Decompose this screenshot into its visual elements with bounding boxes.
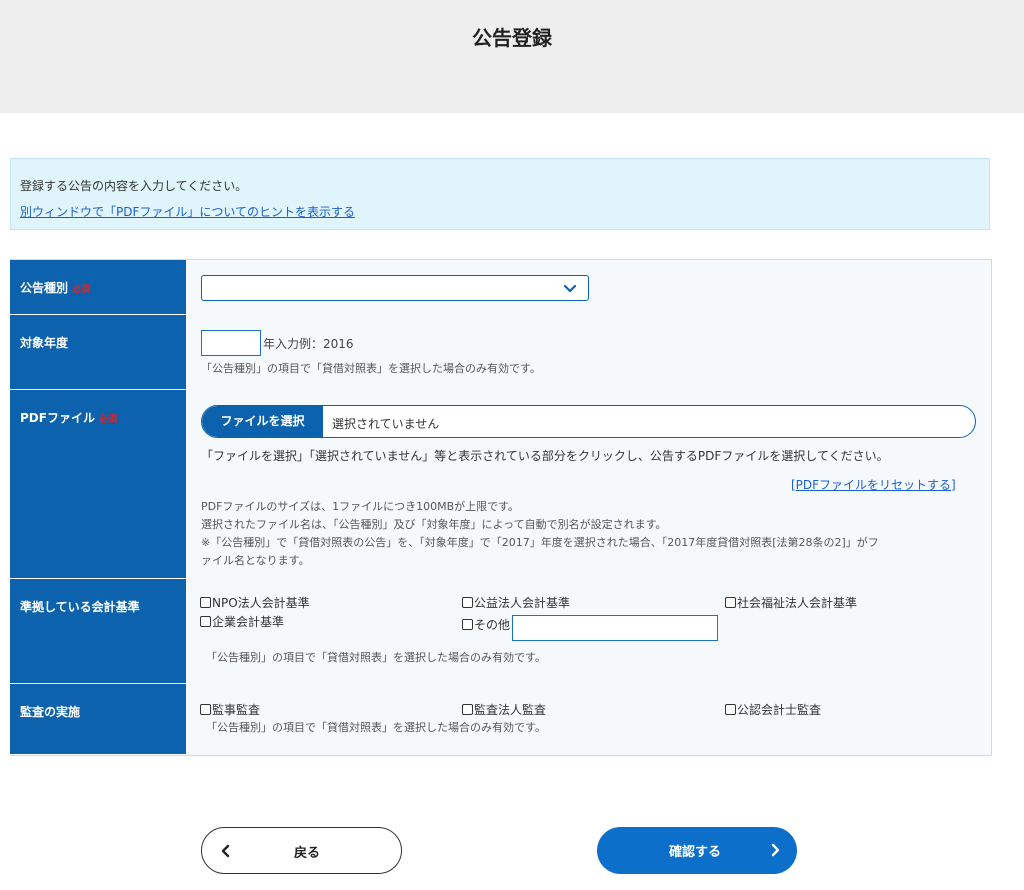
standards-content: NPO法人会計基準 公益法人会計基準 社会福祉法人会計基準 企業会計基準 その他… bbox=[186, 579, 992, 684]
year-hint: 年入力例：2016 bbox=[263, 337, 354, 351]
form-row-audit: 監査の実施 監事監査 監査法人監査 公認会計士監査 「公告種別」の項目で「貸借対… bbox=[10, 684, 992, 756]
checkbox-npo-standard[interactable]: NPO法人会計基準 bbox=[200, 594, 310, 611]
standards-note: 「公告種別」の項目で「貸借対照表」を選択した場合のみ有効です。 bbox=[206, 651, 546, 664]
pdf-label-text: PDFファイル bbox=[20, 411, 95, 425]
other-standard-input[interactable] bbox=[512, 615, 718, 641]
type-label-text: 公告種別 bbox=[20, 281, 69, 295]
checkbox-box[interactable] bbox=[462, 704, 473, 715]
checkbox-label: その他 bbox=[474, 618, 511, 632]
required-badge: 必須 bbox=[98, 415, 117, 425]
checkbox-audit-firm-audit[interactable]: 監査法人監査 bbox=[462, 701, 546, 718]
back-button[interactable]: 戻る bbox=[201, 827, 402, 874]
form-row-year: 対象年度 年入力例：2016 「公告種別」の項目で「貸借対照表」を選択した場合の… bbox=[10, 315, 992, 391]
checkbox-other-standard[interactable]: その他 bbox=[462, 616, 510, 633]
checkbox-label: 監事監査 bbox=[212, 703, 261, 717]
notice-text: 登録する公告の内容を入力してください。 bbox=[20, 179, 248, 193]
standards-label: 準拠している会計基準 bbox=[10, 579, 186, 684]
page-title: 公告登録 bbox=[472, 26, 552, 50]
checkbox-box[interactable] bbox=[200, 616, 211, 627]
pdf-note-rename: 選択されたファイル名は、「公告種別」及び「対象年度」によって自動で別名が設定され… bbox=[201, 518, 667, 531]
year-note: 「公告種別」の項目で「貸借対照表」を選択した場合のみ有効です。 bbox=[201, 362, 541, 375]
type-content bbox=[186, 259, 992, 315]
checkbox-label: 企業会計基準 bbox=[212, 615, 285, 629]
checkbox-social-welfare-standard[interactable]: 社会福祉法人会計基準 bbox=[725, 594, 857, 611]
type-label: 公告種別 必須 bbox=[10, 259, 186, 315]
pdf-content: ファイルを選択 選択されていません 「ファイルを選択」「選択されていません」等と… bbox=[186, 390, 992, 579]
page-header: 公告登録 bbox=[0, 0, 1024, 113]
chevron-down-icon bbox=[563, 284, 577, 293]
form-row-type: 公告種別 必須 bbox=[10, 259, 992, 316]
pdf-note-example-cont: ァイル名となります。 bbox=[201, 554, 310, 567]
checkbox-cpa-audit[interactable]: 公認会計士監査 bbox=[725, 701, 821, 718]
notice-box: 登録する公告の内容を入力してください。 別ウィンドウで「PDFファイル」について… bbox=[10, 158, 990, 230]
reset-pdf-link[interactable]: [PDFファイルをリセットする] bbox=[791, 476, 956, 493]
audit-content: 監事監査 監査法人監査 公認会計士監査 「公告種別」の項目で「貸借対照表」を選択… bbox=[186, 684, 992, 755]
checkbox-box[interactable] bbox=[725, 704, 736, 715]
checkbox-public-interest-standard[interactable]: 公益法人会計基準 bbox=[462, 594, 570, 611]
audit-label: 監査の実施 bbox=[10, 684, 186, 755]
file-instruction: 「ファイルを選択」「選択されていません」等と表示されている部分をクリックし、公告… bbox=[201, 449, 889, 463]
chevron-left-icon bbox=[221, 844, 230, 858]
pdf-note-size: PDFファイルのサイズは、1ファイルにつき100MBが上限です。 bbox=[201, 500, 520, 513]
year-input[interactable] bbox=[201, 330, 261, 356]
checkbox-box[interactable] bbox=[462, 597, 473, 608]
back-button-label: 戻る bbox=[294, 846, 321, 861]
checkbox-corporate-standard[interactable]: 企業会計基準 bbox=[200, 613, 284, 630]
checkbox-label: NPO法人会計基準 bbox=[212, 596, 310, 610]
type-select[interactable] bbox=[201, 275, 589, 301]
file-status: 選択されていません bbox=[332, 417, 440, 431]
audit-label-text: 監査の実施 bbox=[20, 705, 81, 719]
checkbox-box[interactable] bbox=[200, 704, 211, 715]
checkbox-box[interactable] bbox=[725, 597, 736, 608]
checkbox-label: 公認会計士監査 bbox=[737, 703, 822, 717]
checkbox-box[interactable] bbox=[462, 619, 473, 630]
confirm-button-label: 確認する bbox=[669, 845, 722, 860]
pdf-hint-link[interactable]: 別ウィンドウで「PDFファイル」についてのヒントを表示する bbox=[20, 203, 355, 220]
form-row-pdf: PDFファイル 必須 ファイルを選択 選択されていません 「ファイルを選択」「選択… bbox=[10, 390, 992, 580]
chevron-right-icon bbox=[771, 843, 780, 857]
checkbox-label: 公益法人会計基準 bbox=[474, 596, 571, 610]
checkbox-box[interactable] bbox=[200, 597, 211, 608]
checkbox-label: 社会福祉法人会計基準 bbox=[737, 596, 858, 610]
form-row-standards: 準拠している会計基準 NPO法人会計基準 公益法人会計基準 社会福祉法人会計基準… bbox=[10, 579, 992, 685]
file-picker[interactable]: ファイルを選択 選択されていません bbox=[201, 405, 976, 438]
year-label-text: 対象年度 bbox=[20, 336, 69, 350]
audit-note: 「公告種別」の項目で「貸借対照表」を選択した場合のみ有効です。 bbox=[206, 721, 546, 734]
checkbox-label: 監査法人監査 bbox=[474, 703, 547, 717]
pdf-label: PDFファイル 必須 bbox=[10, 390, 186, 579]
required-badge: 必須 bbox=[72, 285, 91, 295]
year-label: 対象年度 bbox=[10, 315, 186, 390]
year-content: 年入力例：2016 「公告種別」の項目で「貸借対照表」を選択した場合のみ有効です… bbox=[186, 315, 992, 390]
confirm-button[interactable]: 確認する bbox=[597, 827, 797, 874]
choose-file-button[interactable]: ファイルを選択 bbox=[202, 406, 323, 437]
checkbox-auditor-audit[interactable]: 監事監査 bbox=[200, 701, 260, 718]
standards-label-text: 準拠している会計基準 bbox=[20, 600, 140, 614]
pdf-note-example: ※「公告種別」で「貸借対照表の公告」を、「対象年度」で「2017」年度を選択され… bbox=[201, 536, 879, 549]
